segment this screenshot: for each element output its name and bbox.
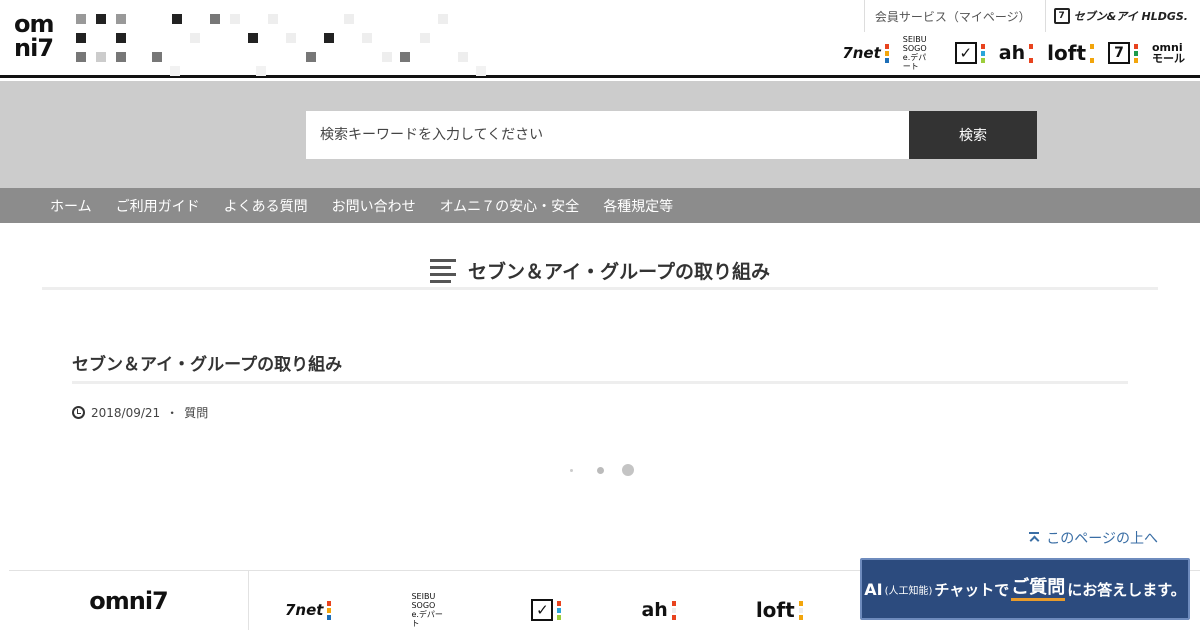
- seven-net-logo[interactable]: 7net: [842, 40, 889, 66]
- nav-home[interactable]: ホーム: [38, 196, 104, 216]
- nav-guide[interactable]: ご利用ガイド: [104, 196, 212, 216]
- header-topbar: 会員サービス（マイページ） 7 セブン&アイ HLDGS.: [863, 0, 1200, 32]
- brand-color-bars: [884, 43, 889, 63]
- nav-faq[interactable]: よくある質問: [212, 196, 320, 216]
- seibu-sogo-logo[interactable]: SEIBU SOGO e.デパート: [903, 35, 941, 71]
- brand-color-bars: [327, 600, 332, 620]
- footer-ito-yokado-logo[interactable]: ✓: [531, 597, 562, 623]
- seven-eleven-logo[interactable]: 7: [1108, 40, 1138, 66]
- seven-mark-icon: 7: [1053, 8, 1070, 24]
- chat-prefix: AI: [864, 579, 883, 599]
- brand-label: ah: [641, 599, 668, 621]
- nav-terms[interactable]: 各種規定等: [591, 196, 685, 216]
- search-input[interactable]: [306, 111, 909, 159]
- ai-chat-banner[interactable]: AI (人工知能) チャットで ご質問 にお答えします。: [860, 558, 1190, 620]
- brand-label: SEIBU SOGO e.デパート: [411, 592, 443, 628]
- akachan-honpo-logo[interactable]: ah: [998, 40, 1034, 66]
- loft-logo[interactable]: loft: [1047, 40, 1094, 66]
- brand-color-bars: [1134, 43, 1138, 63]
- footer-akachan-honpo-logo[interactable]: ah: [641, 597, 676, 623]
- brand-label: omni モール: [1152, 41, 1185, 65]
- clock-icon: [72, 406, 85, 419]
- list-icon: [430, 258, 457, 283]
- seven-i-holdings-logo[interactable]: 7 セブン&アイ HLDGS.: [1044, 0, 1200, 32]
- nav-security[interactable]: オムニ７の安心・安全: [428, 196, 592, 216]
- site-header: om ni7 会員サービス（マイページ） 7 セブン&アイ HLDGS. 7ne…: [0, 0, 1200, 78]
- brand-color-bars: [798, 600, 803, 620]
- checkmark-icon: ✓: [531, 599, 554, 621]
- brand-color-bars: [671, 600, 676, 620]
- brand-label: ah: [998, 42, 1026, 64]
- omni-mall-logo[interactable]: omni モール: [1152, 40, 1190, 66]
- article-title: セブン＆アイ・グループの取り組み: [72, 350, 1128, 384]
- brand-color-bars: [980, 43, 985, 63]
- decorative-dot-pattern: [60, 0, 500, 78]
- chat-suffix: にお答えします。: [1067, 580, 1186, 599]
- brand-color-bars: [557, 600, 562, 620]
- footer-seibu-sogo-logo[interactable]: SEIBU SOGO e.デパート: [411, 592, 451, 628]
- global-nav: ホーム ご利用ガイド よくある質問 お問い合わせ オムニ７の安心・安全 各種規定…: [0, 188, 1200, 223]
- footer-brand-links: 7net SEIBU SOGO e.デパート ✓ ah loft: [285, 592, 803, 628]
- meta-separator: ・: [166, 406, 179, 420]
- brand-color-bars: [1090, 43, 1094, 63]
- nav-contact[interactable]: お問い合わせ: [320, 196, 428, 216]
- footer-loft-logo[interactable]: loft: [756, 597, 803, 623]
- article-meta: 2018/09/21 ・ 質問: [72, 404, 208, 421]
- article-tag-link[interactable]: 質問: [184, 404, 208, 421]
- brand-color-bars: [1029, 43, 1034, 63]
- chat-emphasis: ご質問: [1011, 577, 1066, 601]
- group-brand-links: 7net SEIBU SOGO e.デパート ✓ ah loft 7 omni …: [842, 35, 1190, 71]
- brand-label: 7net: [285, 601, 324, 619]
- category-title: セブン＆アイ・グループの取り組み: [468, 261, 770, 283]
- brand-label: 7net: [842, 44, 881, 62]
- footer-seven-net-logo[interactable]: 7net: [285, 597, 332, 623]
- member-service-link[interactable]: 会員サービス（マイページ）: [863, 0, 1045, 32]
- article-date: 2018/09/21: [91, 405, 161, 420]
- search-band: 検索: [0, 81, 1200, 188]
- page-top-link[interactable]: このページの上へ: [1028, 528, 1158, 548]
- brand-label: SEIBU SOGO e.デパート: [902, 35, 927, 71]
- loading-indicator: [560, 462, 640, 478]
- ito-yokado-logo[interactable]: ✓: [954, 40, 985, 66]
- brand-label: loft: [755, 598, 795, 622]
- holdings-logo-text: セブン&アイ HLDGS.: [1073, 10, 1188, 23]
- seven-eleven-mark-icon: 7: [1108, 42, 1130, 64]
- brand-label: loft: [1047, 41, 1086, 65]
- checkmark-icon: ✓: [954, 42, 977, 64]
- chat-mid: チャットで: [934, 580, 1010, 599]
- page-top-label: このページの上へ: [1046, 531, 1158, 547]
- arrow-up-icon: [1028, 532, 1040, 544]
- search-button[interactable]: 検索: [909, 111, 1037, 159]
- category-header: セブン＆アイ・グループの取り組み: [42, 254, 1158, 290]
- chat-paren: (人工知能): [884, 585, 933, 597]
- footer-omni7-logo[interactable]: omni7: [9, 571, 249, 630]
